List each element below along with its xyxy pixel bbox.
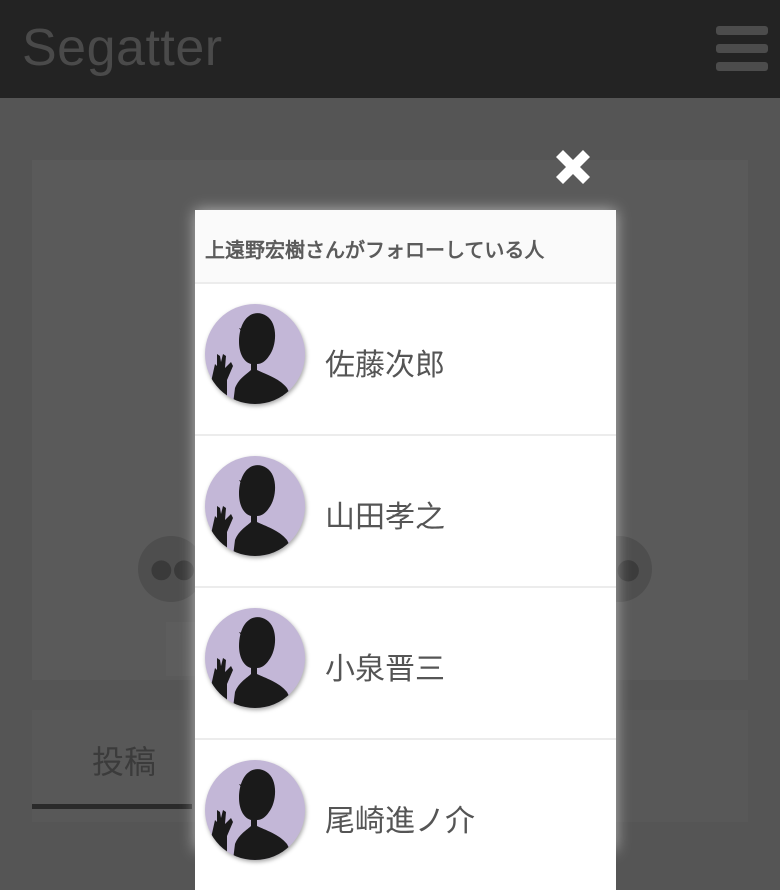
user-list-item[interactable]: 佐藤次郎 <box>195 282 616 434</box>
group-icon: ●● <box>150 554 196 584</box>
hamburger-line <box>716 26 768 35</box>
person-silhouette-icon[interactable] <box>205 760 305 860</box>
hamburger-line <box>716 44 768 53</box>
user-name[interactable]: 佐藤次郎 <box>325 340 445 384</box>
modal-title: 上遠野宏樹さんがフォローしている人 <box>205 238 545 262</box>
person-silhouette-icon[interactable] <box>205 304 305 404</box>
user-name[interactable]: 小泉晋三 <box>325 644 445 688</box>
user-list-item[interactable]: 尾崎進ノ介 <box>195 738 616 890</box>
hamburger-icon[interactable] <box>716 26 768 71</box>
user-name[interactable]: 尾崎進ノ介 <box>325 796 475 840</box>
user-name[interactable]: 山田孝之 <box>325 492 445 536</box>
tab-active-indicator <box>32 804 192 809</box>
app-title[interactable]: Segatter <box>22 18 223 78</box>
user-list-item[interactable]: 小泉晋三 <box>195 586 616 738</box>
close-icon[interactable] <box>546 140 600 194</box>
person-silhouette-icon[interactable] <box>205 456 305 556</box>
user-list-item[interactable]: 山田孝之 <box>195 434 616 586</box>
hamburger-line <box>716 62 768 71</box>
tab-posts: 投稿 <box>92 743 157 781</box>
person-silhouette-icon[interactable] <box>205 608 305 708</box>
following-modal: 上遠野宏樹さんがフォローしている人 佐藤次郎 山田孝之 小泉晋三 尾崎進ノ介 <box>195 210 616 890</box>
person-icon: ● <box>616 552 641 585</box>
app-bar: Segatter <box>0 0 780 98</box>
